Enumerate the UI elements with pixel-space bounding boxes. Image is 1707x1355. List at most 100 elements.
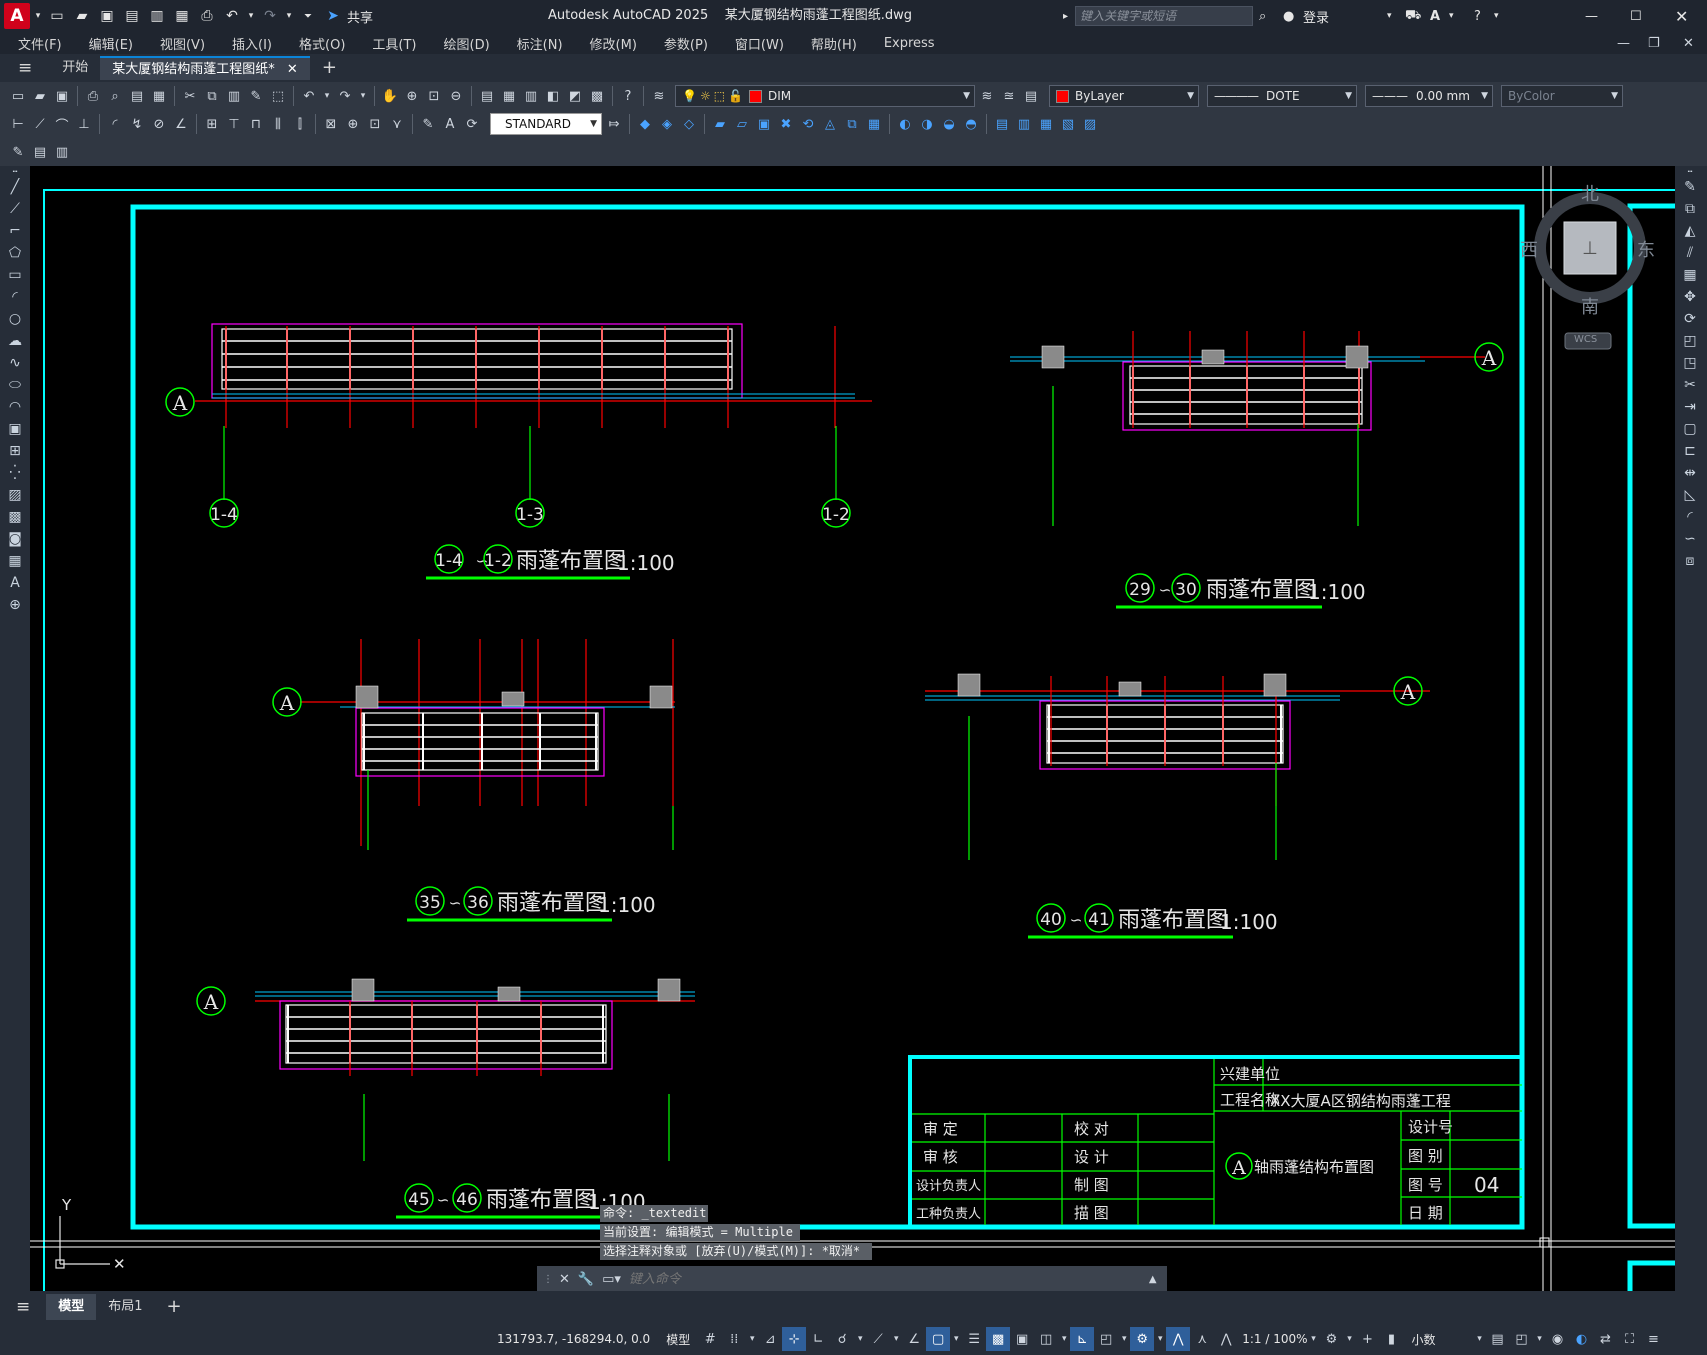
layer-unlock-icon[interactable]: 🔓 (728, 89, 743, 103)
annotation-monitor-icon[interactable]: + (1356, 1327, 1380, 1351)
close-icon[interactable]: ✕ (1675, 0, 1688, 32)
viewcube-west[interactable]: 西 (1520, 236, 1538, 262)
markup-icon[interactable]: ◩ (565, 86, 585, 106)
block-attribute-icon[interactable]: ▤ (30, 142, 50, 162)
menu-format[interactable]: 格式(O) (299, 34, 345, 53)
customization-icon[interactable]: ≡ (1642, 1327, 1666, 1351)
user-icon[interactable]: ● (1283, 0, 1294, 32)
menu-file[interactable]: 文件(F) (18, 34, 62, 53)
viewcube[interactable]: ⊥ 北 南 西 东 WCS (1520, 180, 1660, 350)
dim-text-edit-icon[interactable]: A (440, 114, 460, 134)
jogged-dim-icon[interactable]: ↯ (127, 114, 147, 134)
tolerance-icon[interactable]: ⊠ (321, 114, 341, 134)
share-label[interactable]: 共享 (347, 7, 373, 26)
interfere-icon[interactable]: ▧ (1058, 114, 1078, 134)
command-close-icon[interactable]: ✕ (559, 1272, 570, 1287)
color-faces-icon[interactable]: ▦ (864, 114, 884, 134)
line-icon[interactable]: ╱ (0, 176, 30, 198)
help-icon[interactable]: ? (1474, 0, 1481, 32)
check-icon[interactable]: ▤ (992, 114, 1012, 134)
menu-modify[interactable]: 修改(M) (590, 34, 637, 53)
ellipse-arc-icon[interactable]: ◠ (0, 396, 30, 418)
command-recent-icon[interactable]: ▭▾ (602, 1272, 621, 1287)
rotate-faces-icon[interactable]: ⟲ (798, 114, 818, 134)
layer-lock-icon[interactable]: ⬚ (714, 89, 725, 103)
layer-properties-icon[interactable]: ≋ (649, 86, 669, 106)
annotation-scale[interactable]: 1:1 / 100% (1242, 1332, 1307, 1346)
xline-icon[interactable]: ⟋ (0, 198, 30, 220)
pan-icon[interactable]: ✋ (380, 86, 400, 106)
cart-icon[interactable]: ⛟ (1405, 0, 1421, 32)
annotation-scale-icon[interactable]: ⋀ (1214, 1327, 1238, 1351)
rotate-icon[interactable]: ⟳ (1675, 308, 1705, 330)
spline-icon[interactable]: ∿ (0, 352, 30, 374)
add-selected-icon[interactable]: ⊕ (0, 594, 30, 616)
isodraft-chevron-icon[interactable]: ▾ (890, 1327, 902, 1351)
make-current-layer-icon[interactable]: ≋ (977, 86, 997, 106)
jogged-linear-icon[interactable]: ⋎ (387, 114, 407, 134)
command-input[interactable] (628, 1271, 1149, 1287)
quick-properties-icon[interactable]: ▤ (1486, 1327, 1510, 1351)
explode-icon[interactable]: ⧈ (1675, 550, 1705, 572)
isodraft-icon[interactable]: ⟋ (866, 1327, 890, 1351)
linetype-dropdown[interactable]: ———— DOTE ▼ (1207, 85, 1357, 107)
menu-draw[interactable]: 绘图(D) (444, 34, 490, 53)
sheet-set-icon[interactable]: ◧ (543, 86, 563, 106)
lineweight-icon[interactable]: ☰ (962, 1327, 986, 1351)
quickcalc-icon[interactable]: ▩ (587, 86, 607, 106)
lineweight-chevron-icon[interactable]: ▼ (1481, 91, 1488, 101)
tab-layout1[interactable]: 布局1 (96, 1294, 154, 1320)
viewcube-north[interactable]: 北 (1581, 180, 1599, 206)
layer-previous-icon[interactable]: ≊ (999, 86, 1019, 106)
search-input[interactable]: 键入关键字或短语 (1075, 6, 1253, 26)
layer-thaw-icon[interactable]: ☼ (700, 89, 711, 103)
paste-icon[interactable]: ▥ (224, 86, 244, 106)
polygon-icon[interactable]: ⬠ (0, 242, 30, 264)
offset-faces-icon[interactable]: ▣ (754, 114, 774, 134)
move-icon[interactable]: ✥ (1675, 286, 1705, 308)
layer-state-icon[interactable]: ▤ (1021, 86, 1041, 106)
color-dropdown[interactable]: ByLayer ▼ (1049, 85, 1199, 107)
mtext-icon[interactable]: A (0, 572, 30, 594)
inspection-icon[interactable]: ⊡ (365, 114, 385, 134)
zoom-window-icon[interactable]: ⊡ (424, 86, 444, 106)
tab-start[interactable]: 开始 (50, 56, 100, 80)
revcloud-icon[interactable]: ☁ (0, 330, 30, 352)
workspace-chevron-icon[interactable]: ▾ (1344, 1327, 1356, 1351)
grid-icon[interactable]: # (698, 1327, 722, 1351)
ordinate-dim-icon[interactable]: ⊥ (74, 114, 94, 134)
extend-icon[interactable]: ⇥ (1675, 396, 1705, 418)
flatshot-icon[interactable]: ▨ (1080, 114, 1100, 134)
region-icon[interactable]: ◙ (0, 528, 30, 550)
insert-block-icon[interactable]: ▣ (0, 418, 30, 440)
dynamic-ucs-icon[interactable]: ⊾ (1070, 1327, 1095, 1351)
hamburger-menu-icon[interactable]: ≡ (0, 56, 50, 80)
clean-screen-icon[interactable]: ⛶ (1618, 1327, 1642, 1351)
annotation-visibility-icon[interactable]: ⋀ (1166, 1327, 1191, 1351)
menu-insert[interactable]: 插入(I) (232, 34, 272, 53)
open-web-icon[interactable]: ▥ (146, 5, 168, 27)
redo-list-chevron-icon[interactable]: ▾ (357, 86, 369, 106)
drawing-canvas[interactable]: A 1-4 1-3 1-2 1-4 ∽ 1-2 雨蓬布置图 1:100 A 29… (30, 166, 1675, 1291)
point-icon[interactable]: ⁛ (0, 462, 30, 484)
plot-icon[interactable]: ⎙ (196, 5, 218, 27)
dim-style-chevron-icon[interactable]: ▼ (590, 119, 597, 129)
selection-cycling-icon[interactable]: ▣ (1010, 1327, 1034, 1351)
subtract-icon[interactable]: ◈ (657, 114, 677, 134)
login-label[interactable]: 登录 (1303, 0, 1329, 32)
command-customize-icon[interactable]: 🔧 (578, 1272, 594, 1287)
rectangle-icon[interactable]: ▭ (0, 264, 30, 286)
move-faces-icon[interactable]: ▱ (732, 114, 752, 134)
separate-icon[interactable]: ◒ (939, 114, 959, 134)
erase-icon[interactable]: ✎ (1675, 176, 1705, 198)
scale-icon[interactable]: ◰ (1675, 330, 1705, 352)
radius-dim-icon[interactable]: ◜ (105, 114, 125, 134)
angular-dim-icon[interactable]: ∠ (171, 114, 191, 134)
search-icon[interactable]: ⌕ (1259, 0, 1266, 32)
copy-object-icon[interactable]: ⧉ (1675, 198, 1705, 220)
customize-qat-icon[interactable]: ⏷ (297, 5, 319, 27)
doc-restore-icon[interactable]: ❐ (1648, 36, 1660, 51)
dim-break-icon[interactable]: ⫿ (290, 114, 310, 134)
gradient-icon[interactable]: ▩ (0, 506, 30, 528)
cut-icon[interactable]: ✂ (180, 86, 200, 106)
